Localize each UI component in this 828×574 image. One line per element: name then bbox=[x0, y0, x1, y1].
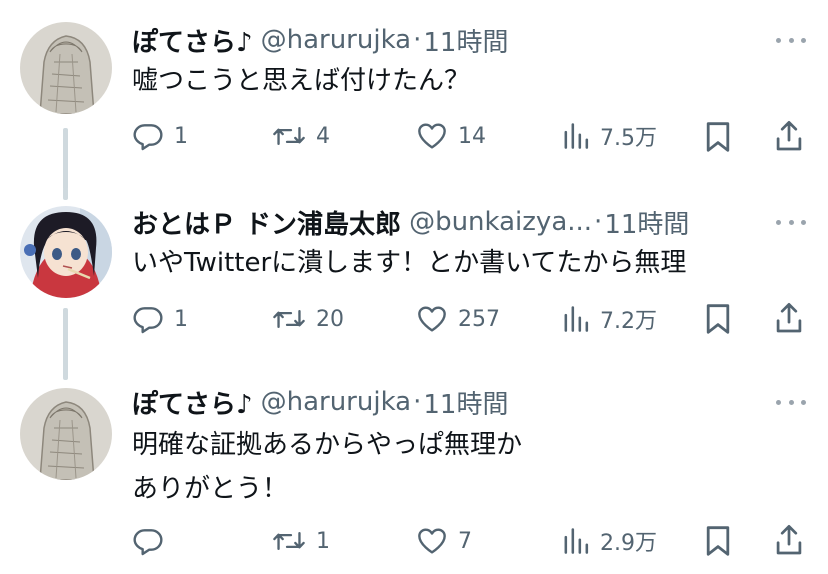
heart-icon bbox=[418, 123, 446, 149]
views-chart-icon bbox=[564, 306, 589, 332]
separator-dot: · bbox=[594, 207, 603, 237]
tweet-header: ぽてさら♪ @harurujka · 11時間 bbox=[132, 382, 758, 422]
reply-button[interactable] bbox=[132, 525, 174, 557]
more-options-icon[interactable] bbox=[776, 217, 806, 227]
retweet-icon bbox=[273, 309, 305, 329]
username[interactable]: @harurujka bbox=[261, 387, 412, 417]
heart-icon bbox=[418, 306, 446, 332]
share-icon bbox=[776, 525, 802, 555]
retweet-count: 1 bbox=[316, 528, 330, 554]
more-options-icon[interactable] bbox=[776, 397, 806, 407]
bookmark-button[interactable] bbox=[704, 302, 732, 336]
heart-icon bbox=[418, 528, 446, 554]
tweet-header: おとはＰ ドン浦島太郎 @bunkaizya... · 11時間 bbox=[132, 202, 758, 242]
reply-icon bbox=[133, 124, 163, 151]
retweet-button[interactable]: 4 bbox=[272, 120, 330, 152]
tweet-header: ぽてさら♪ @harurujka · 11時間 bbox=[132, 20, 758, 60]
bookmark-button[interactable] bbox=[704, 524, 732, 558]
tweet-text-line: ありがとう！ bbox=[132, 474, 289, 504]
share-icon bbox=[776, 121, 802, 151]
timestamp[interactable]: 11時間 bbox=[423, 384, 508, 421]
retweet-count: 20 bbox=[316, 306, 344, 332]
tweet-text: いやTwitterに潰します！とか書いてたから無理 bbox=[132, 248, 687, 278]
display-name[interactable]: ぽてさら♪ bbox=[132, 384, 253, 421]
retweet-button[interactable]: 1 bbox=[272, 525, 330, 557]
retweet-icon bbox=[273, 531, 305, 551]
view-count: 7.2万 bbox=[600, 309, 657, 334]
retweet-icon bbox=[273, 126, 305, 146]
reply-icon bbox=[133, 307, 163, 334]
view-count: 7.5万 bbox=[600, 126, 657, 151]
avatar[interactable] bbox=[20, 22, 112, 114]
timestamp[interactable]: 11時間 bbox=[604, 204, 689, 241]
reply-button[interactable]: 1 bbox=[132, 120, 188, 152]
views-button[interactable]: 2.9万 bbox=[562, 525, 657, 557]
retweet-button[interactable]: 20 bbox=[272, 303, 344, 335]
bookmark-icon bbox=[706, 122, 730, 152]
reply-icon bbox=[133, 529, 163, 556]
avatar[interactable] bbox=[20, 206, 112, 298]
username[interactable]: @harurujka bbox=[261, 25, 412, 55]
display-name[interactable]: ぽてさら♪ bbox=[132, 22, 253, 59]
like-count: 7 bbox=[458, 528, 472, 554]
avatar[interactable] bbox=[20, 388, 112, 480]
sketch-avatar-icon bbox=[20, 388, 112, 480]
like-button[interactable]: 257 bbox=[416, 303, 500, 335]
thread-line bbox=[63, 128, 68, 190]
thread-line bbox=[63, 308, 68, 380]
reply-count: 1 bbox=[174, 123, 188, 149]
reply-button[interactable]: 1 bbox=[132, 303, 188, 335]
share-icon bbox=[776, 303, 802, 333]
view-count: 2.9万 bbox=[600, 531, 657, 556]
bookmark-icon bbox=[706, 304, 730, 334]
share-button[interactable] bbox=[774, 301, 804, 335]
reply-count: 1 bbox=[174, 306, 188, 332]
views-chart-icon bbox=[564, 528, 589, 554]
anime-girl-avatar-icon bbox=[20, 206, 112, 298]
share-button[interactable] bbox=[774, 119, 804, 153]
thread-line bbox=[63, 188, 68, 200]
separator-dot: · bbox=[413, 25, 422, 55]
more-options-icon[interactable] bbox=[776, 35, 806, 45]
like-count: 257 bbox=[458, 306, 500, 332]
views-button[interactable]: 7.2万 bbox=[562, 303, 657, 335]
tweet-3[interactable]: ぽてさら♪ @harurujka · 11時間 明確な証拠あるからやっぱ無理か … bbox=[0, 380, 828, 574]
tweet-1[interactable]: ぽてさら♪ @harurujka · 11時間 嘘つこうと思えば付けたん？ 1 … bbox=[0, 0, 828, 190]
username[interactable]: @bunkaizya... bbox=[409, 207, 592, 237]
retweet-count: 4 bbox=[316, 123, 330, 149]
tweet-2[interactable]: おとはＰ ドン浦島太郎 @bunkaizya... · 11時間 いやTwitt… bbox=[0, 188, 828, 380]
views-button[interactable]: 7.5万 bbox=[562, 120, 657, 152]
like-button[interactable]: 7 bbox=[416, 525, 472, 557]
display-name[interactable]: おとはＰ ドン浦島太郎 bbox=[132, 204, 401, 241]
like-button[interactable]: 14 bbox=[416, 120, 486, 152]
share-button[interactable] bbox=[774, 523, 804, 557]
tweet-text: 嘘つこうと思えば付けたん？ bbox=[132, 66, 471, 96]
views-chart-icon bbox=[564, 123, 589, 149]
sketch-avatar-icon bbox=[20, 22, 112, 114]
bookmark-button[interactable] bbox=[704, 120, 732, 154]
like-count: 14 bbox=[458, 123, 486, 149]
bookmark-icon bbox=[706, 526, 730, 556]
timestamp[interactable]: 11時間 bbox=[423, 22, 508, 59]
separator-dot: · bbox=[413, 387, 422, 417]
tweet-text: 明確な証拠あるからやっぱ無理か ありがとう！ bbox=[132, 424, 798, 510]
tweet-text-line: 明確な証拠あるからやっぱ無理か bbox=[132, 430, 523, 460]
